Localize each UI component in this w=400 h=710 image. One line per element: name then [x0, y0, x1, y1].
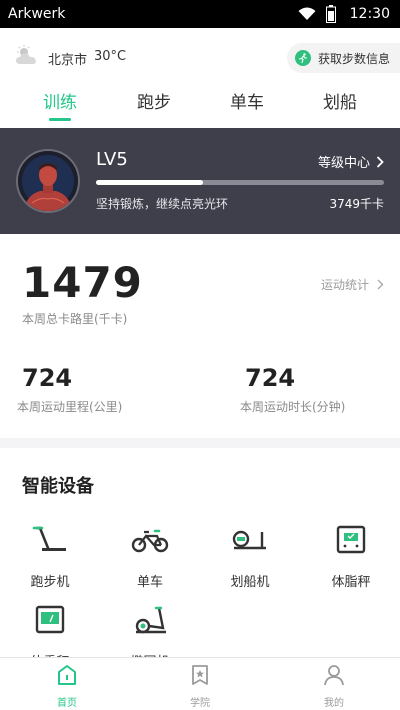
rowing-machine-icon [232, 530, 266, 550]
nav-home-label: 首页 [57, 698, 77, 709]
weekly-calories-value: 1479 [22, 258, 143, 307]
active-tab-indicator [49, 118, 71, 121]
sport-stats-link[interactable]: 运动统计 [321, 276, 384, 293]
device-bicycle[interactable]: 单车 [110, 524, 190, 596]
nav-academy-label: 学院 [190, 698, 210, 709]
elliptical-icon [135, 606, 166, 634]
chevron-right-icon [377, 279, 384, 290]
wifi-icon [298, 7, 316, 20]
motto-text: 坚持锻炼，继续点亮光环 [96, 197, 229, 211]
device-rowing-machine[interactable]: 划船机 [210, 524, 290, 596]
level-center-link[interactable]: 等级中心 [318, 152, 384, 171]
level-progress-fill [96, 180, 203, 185]
avatar[interactable] [16, 149, 80, 213]
device-label: 划船机 [230, 575, 270, 590]
profile-icon [324, 665, 344, 686]
weekly-distance: 724 本周运动里程(公里) [17, 364, 122, 415]
status-app-name: Arkwerk [8, 6, 66, 22]
weekly-distance-label: 本周运动里程(公里) [17, 400, 123, 414]
runner-icon [294, 50, 311, 66]
status-bar: Arkwerk 12:30 [0, 0, 400, 28]
device-label: 体脂秤 [331, 575, 371, 590]
nav-profile[interactable]: 我的 [304, 664, 364, 709]
battery-icon [325, 5, 336, 23]
chevron-right-icon [376, 155, 384, 168]
weather-row: 北京市 30°C 获取步数信息 [0, 40, 400, 74]
level-calories: 3749千卡 [329, 197, 384, 211]
weekly-distance-value: 724 [22, 364, 73, 392]
nav-profile-label: 我的 [324, 698, 344, 709]
weekly-duration-label: 本周运动时长(分钟) [240, 400, 346, 414]
treadmill-icon [32, 526, 66, 551]
devices-title: 智能设备 [22, 476, 94, 497]
city-label: 北京市 [48, 53, 88, 68]
academy-icon [192, 665, 208, 685]
status-time: 12:30 [349, 6, 390, 22]
home-icon [58, 665, 76, 685]
device-treadmill[interactable]: 跑步机 [10, 524, 90, 596]
level-label: LV5 [96, 149, 128, 170]
tab-training[interactable]: 训练 [30, 88, 90, 113]
weight-scale-icon [35, 605, 65, 634]
temperature-label: 30°C [94, 49, 127, 64]
level-progress-bar [96, 180, 384, 185]
sport-tabs: 训练 跑步 单车 划船 [0, 84, 400, 124]
weekly-duration: 724 本周运动时长(分钟) [240, 364, 345, 415]
bicycle-icon [131, 529, 169, 553]
device-body-fat-scale[interactable]: 体脂秤 [311, 524, 391, 596]
partly-cloudy-icon [16, 45, 36, 64]
section-divider [0, 438, 400, 448]
tab-rowing[interactable]: 划船 [310, 88, 370, 113]
level-card[interactable]: LV5 等级中心 坚持锻炼，继续点亮光环 3749千卡 [0, 128, 400, 234]
level-center-label: 等级中心 [317, 156, 370, 171]
sport-stats-label: 运动统计 [320, 278, 369, 292]
body-fat-scale-icon [336, 525, 366, 554]
nav-academy[interactable]: 学院 [170, 664, 230, 709]
bottom-nav: 首页 学院 我的 [0, 657, 400, 710]
weekly-calories-label: 本周总卡路里(千卡) [22, 312, 128, 326]
nav-home[interactable]: 首页 [37, 664, 97, 709]
tab-running[interactable]: 跑步 [124, 88, 184, 113]
tab-cycling[interactable]: 单车 [217, 88, 277, 113]
get-steps-button[interactable]: 获取步数信息 [286, 43, 400, 73]
status-icons: 12:30 [298, 4, 390, 24]
device-label: 单车 [136, 575, 163, 590]
device-label: 跑步机 [30, 575, 70, 590]
get-steps-label: 获取步数信息 [317, 51, 390, 66]
weekly-duration-value: 724 [245, 364, 296, 392]
